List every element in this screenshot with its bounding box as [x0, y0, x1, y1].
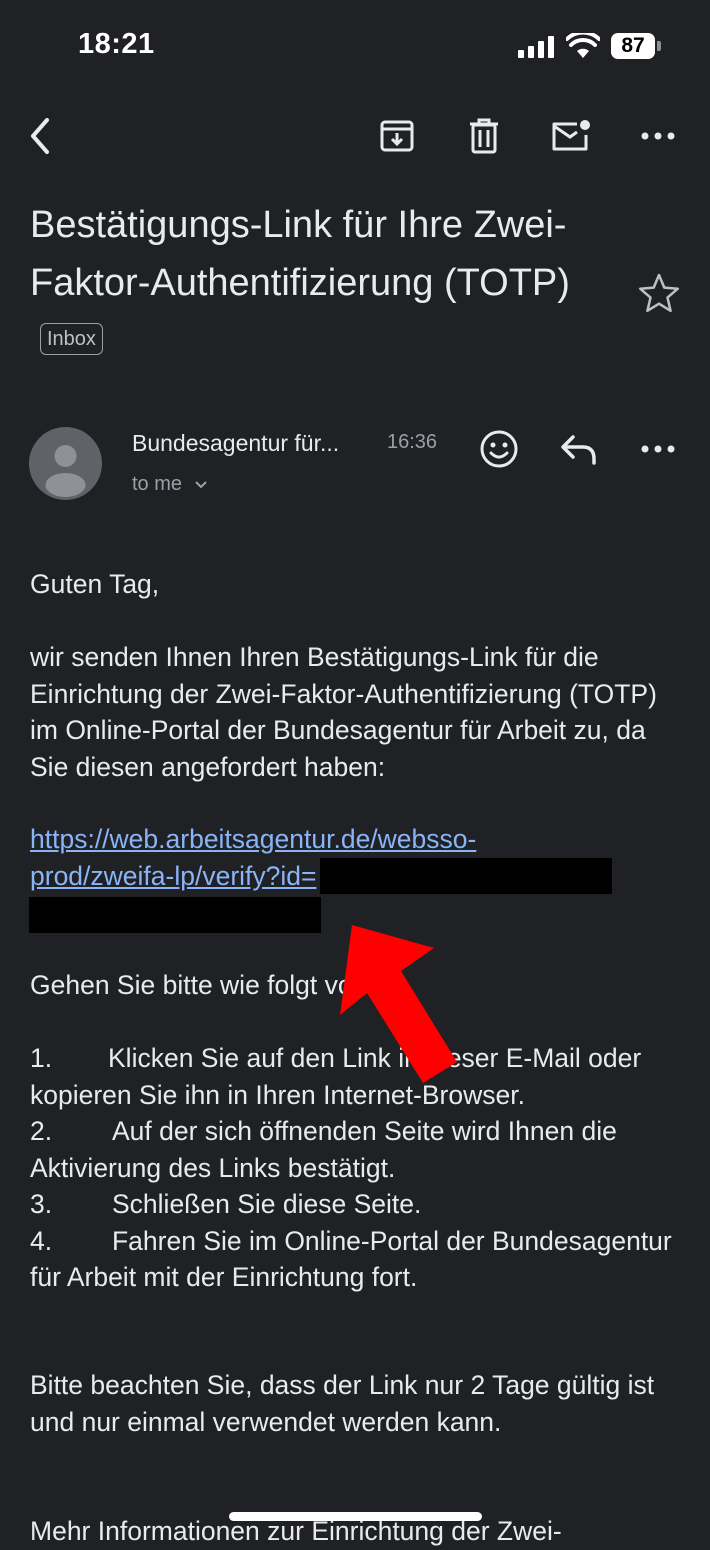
inbox-label-badge[interactable]: Inbox — [40, 322, 103, 355]
redacted-token-continued — [29, 897, 321, 933]
delete-button[interactable] — [460, 112, 508, 160]
mark-unread-button[interactable] — [547, 112, 595, 160]
chevron-down-icon — [194, 481, 207, 489]
mark-unread-icon — [552, 120, 590, 151]
verification-link[interactable]: https://web.arbeitsagentur.de/websso- pr… — [30, 821, 690, 894]
avatar-icon — [45, 445, 86, 497]
validity-note: Bitte beachten Sie, dass der Link nur 2 … — [30, 1370, 655, 1437]
back-button[interactable] — [16, 112, 64, 160]
list-item: 2. Auf der sich öffnenden Seite wird Ihne… — [30, 1116, 617, 1183]
list-item: 4. Fahren Sie im Online-Portal der Bundes… — [30, 1225, 672, 1293]
delete-icon — [470, 118, 498, 154]
archive-button[interactable] — [373, 112, 421, 160]
status-time: 18:21 — [78, 28, 155, 60]
wifi-icon — [566, 33, 600, 58]
email-time: 16:36 — [387, 431, 438, 453]
archive-icon — [380, 120, 414, 152]
recipient-details[interactable]: to me — [132, 473, 208, 496]
recipient-text: to me — [132, 473, 183, 495]
arrow-annotation-icon — [340, 925, 457, 1083]
battery-indicator: 87 — [611, 33, 655, 59]
list-item: 3. Schließen Sie diese Seite. — [30, 1189, 422, 1219]
greeting: Guten Tag, — [30, 569, 160, 599]
battery-tip — [657, 41, 661, 51]
intro-paragraph: wir senden Ihnen Ihren Bestätigungs-Link… — [30, 642, 657, 782]
sender-name[interactable]: Bundesagentur für... — [132, 430, 339, 457]
home-indicator[interactable] — [229, 1512, 482, 1521]
back-icon — [31, 118, 49, 154]
reply-icon — [561, 435, 596, 465]
email-subject: Bestätigungs-Link für Ihre Zwei-Faktor-A… — [30, 196, 630, 370]
message-more-button[interactable] — [634, 425, 682, 473]
link-line-1[interactable]: https://web.arbeitsagentur.de/websso- — [30, 824, 476, 854]
emoji-react-icon — [480, 430, 518, 468]
subject-text: Bestätigungs-Link für Ihre Zwei-Faktor-A… — [30, 204, 570, 304]
redacted-token — [320, 857, 613, 894]
sender-avatar[interactable] — [29, 427, 102, 500]
emoji-react-button[interactable] — [475, 425, 523, 473]
reply-button[interactable] — [555, 425, 603, 473]
more-icon — [641, 445, 675, 453]
more-icon — [641, 132, 675, 140]
star-icon[interactable] — [636, 270, 682, 316]
cellular-signal-icon — [518, 36, 554, 58]
more-options-button[interactable] — [634, 112, 682, 160]
link-line-2[interactable]: prod/zweifa-lp/verify?id= — [30, 858, 316, 895]
